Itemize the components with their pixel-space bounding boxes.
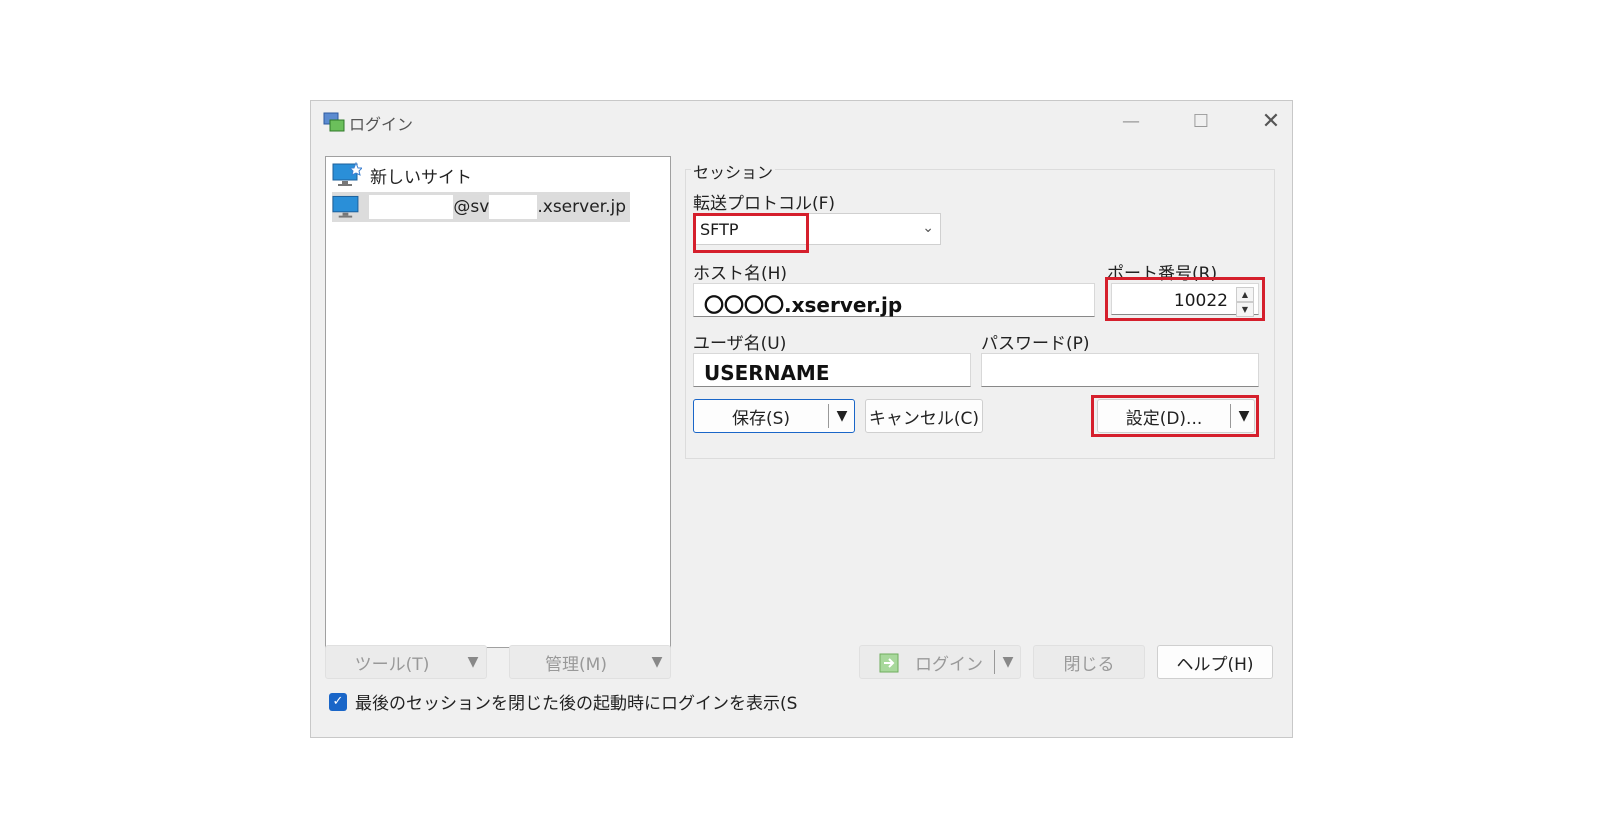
- password-input[interactable]: [981, 353, 1259, 387]
- session-group: セッション 転送プロトコル(F) SFTP ⌄ ホスト名(H) 〇〇〇〇.xse…: [685, 159, 1277, 459]
- session-group-label: セッション: [691, 159, 776, 183]
- spin-down-icon[interactable]: ▼: [1236, 302, 1254, 317]
- port-spinner[interactable]: ▲ ▼: [1236, 287, 1254, 317]
- host-input[interactable]: 〇〇〇〇.xserver.jp: [693, 283, 1095, 317]
- protocol-label: 転送プロトコル(F): [693, 194, 836, 214]
- window-title: ログイン: [349, 115, 414, 134]
- tools-button[interactable]: ツール(T) ▼: [325, 645, 487, 679]
- password-label: パスワード(P): [981, 334, 1090, 354]
- show-login-checkbox[interactable]: ✓: [329, 692, 347, 711]
- redacted-server-number: [489, 195, 538, 219]
- close-button[interactable]: 閉じる: [1033, 645, 1145, 679]
- winscp-app-icon: [323, 112, 345, 132]
- user-input[interactable]: USERNAME: [693, 353, 971, 387]
- tree-item-new-site[interactable]: 新しいサイト: [332, 160, 472, 190]
- login-label: ログイン: [915, 654, 983, 675]
- redacted-username: [368, 195, 454, 219]
- settings-label: 設定(D)...: [1125, 408, 1203, 429]
- protocol-select[interactable]: SFTP ⌄: [693, 213, 941, 245]
- maximize-button[interactable]: ☐: [1181, 107, 1221, 135]
- tools-label: ツール(T): [354, 654, 430, 675]
- port-value: 10022: [1173, 291, 1228, 311]
- user-value: USERNAME: [704, 361, 830, 385]
- login-dialog: ログイン — ☐ ✕ 新しいサイト @sv .xserver.jp セッション …: [310, 100, 1293, 738]
- tree-item-saved-site[interactable]: @sv .xserver.jp: [332, 192, 630, 222]
- title-bar: ログイン — ☐ ✕: [311, 101, 1292, 141]
- host-value: 〇〇〇〇.xserver.jp: [704, 293, 903, 317]
- save-dropdown-icon[interactable]: ▼: [829, 400, 855, 432]
- save-button[interactable]: 保存(S) ▼: [693, 399, 855, 433]
- saved-site-suffix: .xserver.jp: [537, 197, 626, 217]
- manage-label: 管理(M): [545, 654, 607, 675]
- saved-site-monitor-icon: [332, 195, 359, 218]
- manage-button[interactable]: 管理(M) ▼: [509, 645, 671, 679]
- help-button[interactable]: ヘルプ(H): [1157, 645, 1273, 679]
- save-label: 保存(S): [731, 408, 791, 429]
- login-icon: [879, 653, 899, 673]
- settings-dropdown-icon[interactable]: ▼: [1231, 400, 1257, 432]
- site-tree[interactable]: 新しいサイト @sv .xserver.jp: [325, 156, 671, 648]
- new-site-monitor-icon: [332, 162, 362, 186]
- login-button[interactable]: ログイン ▼: [859, 645, 1021, 679]
- tools-dropdown-icon[interactable]: ▼: [460, 646, 486, 678]
- port-input[interactable]: 10022 ▲ ▼: [1111, 283, 1259, 317]
- show-login-checkbox-label: 最後のセッションを閉じた後の起動時にログインを表示(S: [355, 694, 798, 714]
- settings-button[interactable]: 設定(D)... ▼: [1097, 399, 1255, 433]
- close-window-button[interactable]: ✕: [1251, 107, 1291, 135]
- spin-up-icon[interactable]: ▲: [1236, 287, 1254, 302]
- host-label: ホスト名(H): [693, 264, 788, 284]
- protocol-value: SFTP: [700, 220, 739, 239]
- new-site-label: 新しいサイト: [370, 167, 472, 188]
- login-dropdown-icon[interactable]: ▼: [995, 646, 1021, 678]
- chevron-down-icon: ⌄: [922, 220, 934, 236]
- cancel-button[interactable]: キャンセル(C): [865, 399, 983, 433]
- user-label: ユーザ名(U): [693, 334, 787, 354]
- port-label: ポート番号(R): [1107, 264, 1218, 284]
- minimize-button[interactable]: —: [1111, 107, 1151, 135]
- saved-site-mid: @sv: [453, 197, 490, 217]
- manage-dropdown-icon[interactable]: ▼: [644, 646, 670, 678]
- show-login-checkbox-row[interactable]: ✓ 最後のセッションを閉じた後の起動時にログインを表示(S: [329, 689, 797, 714]
